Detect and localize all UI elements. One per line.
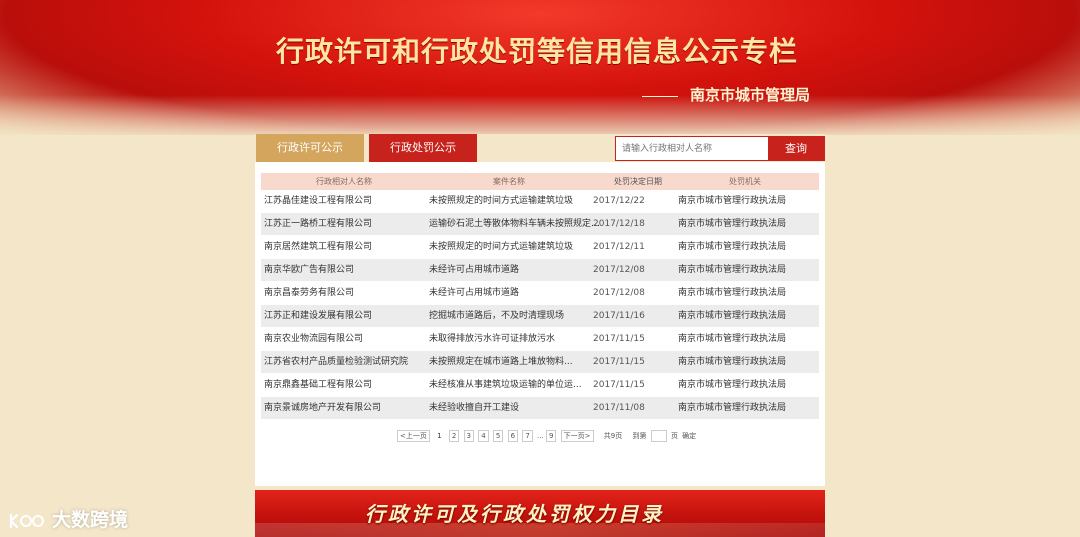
prev-page-button[interactable]: <上一页 bbox=[397, 430, 430, 442]
page-number[interactable]: 7 bbox=[522, 430, 533, 442]
table-row[interactable]: 南京居然建筑工程有限公司 未按照规定的时间方式运输建筑垃圾 2017/12/11 南京… bbox=[261, 236, 819, 259]
tab-bar: 行政许可公示 行政处罚公示 查询 bbox=[255, 134, 825, 162]
cell-party-name: 南京景诚房地产开发有限公司 bbox=[264, 403, 382, 413]
page-suffix: 页 bbox=[670, 432, 678, 440]
cell-case-name: 未按照规定的时间方式运输建筑垃圾 bbox=[429, 242, 574, 252]
page-number[interactable]: 6 bbox=[507, 430, 519, 442]
cell-party-name: 江苏正和建设发展有限公司 bbox=[264, 311, 373, 321]
search-input[interactable] bbox=[616, 137, 770, 158]
cell-authority: 南京市城市管理行政执法局 bbox=[678, 242, 787, 252]
cell-case-name: 未取得排放污水许可证排放污水 bbox=[429, 334, 556, 344]
cell-party-name: 南京昌泰劳务有限公司 bbox=[264, 288, 355, 298]
power-directory-title: 行政许可及行政处罚权力目录 bbox=[365, 502, 664, 526]
tab-license[interactable]: 行政许可公示 bbox=[256, 134, 364, 162]
pagination: <上一页 1 2 3 4 5 6 7 ... 9 下一页> 共9页 到第 页 确… bbox=[397, 430, 700, 442]
table-row[interactable]: 江苏正和建设发展有限公司 挖掘城市道路后，不及时清理现场 2017/11/16 南京市… bbox=[261, 305, 819, 328]
cell-decision-date: 2017/11/15 bbox=[593, 357, 645, 367]
table-row[interactable]: 南京昌泰劳务有限公司 未经许可占用城市道路 2017/12/08 南京市城市管理行政执… bbox=[261, 282, 819, 305]
cell-authority: 南京市城市管理行政执法局 bbox=[678, 265, 787, 275]
cell-authority: 南京市城市管理行政执法局 bbox=[678, 357, 787, 367]
cell-authority: 南京市城市管理行政执法局 bbox=[678, 334, 787, 344]
cell-party-name: 南京居然建筑工程有限公司 bbox=[264, 242, 373, 252]
cell-case-name: 未按照规定的时间方式运输建筑垃圾 bbox=[429, 196, 574, 206]
goto-page-input[interactable] bbox=[650, 430, 667, 442]
cell-authority: 南京市城市管理行政执法局 bbox=[678, 196, 787, 206]
table-row[interactable]: 南京景诚房地产开发有限公司 未经验收擅自开工建设 2017/11/08 南京市城市管理… bbox=[261, 397, 819, 420]
page-number-current[interactable]: 1 bbox=[434, 430, 445, 442]
cell-party-name: 南京鼎鑫基础工程有限公司 bbox=[264, 380, 373, 390]
content-panel: 行政许可公示 行政处罚公示 查询 行政相对人名称 案件名称 处罚决定日期 处罚机… bbox=[255, 134, 825, 486]
goto-confirm-button[interactable]: 确定 bbox=[680, 431, 699, 441]
cell-party-name: 南京华欧广告有限公司 bbox=[264, 265, 355, 275]
table-row[interactable]: 江苏正一路桥工程有限公司 运输砂石泥土等散体物料车辆未按照规定采取... 2017/… bbox=[261, 213, 819, 236]
cell-decision-date: 2017/12/18 bbox=[593, 219, 645, 229]
page-number[interactable]: 4 bbox=[478, 430, 489, 442]
cell-decision-date: 2017/12/08 bbox=[593, 265, 645, 275]
search-box: 查询 bbox=[615, 136, 825, 161]
cell-decision-date: 2017/11/15 bbox=[593, 380, 645, 390]
table-row[interactable]: 江苏省农村产品质量检验测试研究院 未按照规定在城市道路上堆放物料... 2017/1… bbox=[261, 351, 819, 374]
goto-label: 到第 bbox=[632, 432, 647, 440]
header-party-name: 行政相对人名称 bbox=[316, 177, 372, 186]
page-number[interactable]: 3 bbox=[463, 430, 474, 442]
cell-decision-date: 2017/12/08 bbox=[593, 288, 645, 298]
page-number[interactable]: 2 bbox=[448, 430, 460, 442]
page-number-last[interactable]: 9 bbox=[545, 430, 557, 442]
power-directory-banner[interactable]: 行政许可及行政处罚权力目录 bbox=[255, 490, 825, 537]
watermark-text: 大数跨境 bbox=[52, 509, 129, 531]
cell-case-name: 挖掘城市道路后，不及时清理现场 bbox=[429, 311, 565, 321]
cell-authority: 南京市城市管理行政执法局 bbox=[678, 288, 787, 298]
next-page-button[interactable]: 下一页> bbox=[560, 430, 594, 442]
header-banner: 行政许可和行政处罚等信用信息公示专栏 南京市城市管理局 bbox=[0, 0, 1080, 140]
cell-authority: 南京市城市管理行政执法局 bbox=[678, 403, 787, 413]
agency-name: 南京市城市管理局 bbox=[690, 86, 811, 104]
table-body: 江苏晶佳建设工程有限公司 未按照规定的时间方式运输建筑垃圾 2017/12/22 南京… bbox=[261, 190, 819, 420]
cell-decision-date: 2017/12/11 bbox=[593, 242, 645, 252]
search-button[interactable]: 查询 bbox=[768, 137, 824, 160]
cell-party-name: 江苏省农村产品质量检验测试研究院 bbox=[264, 357, 409, 367]
cell-case-name: 未经许可占用城市道路 bbox=[429, 288, 520, 298]
table-row[interactable]: 南京华欧广告有限公司 未经许可占用城市道路 2017/12/08 南京市城市管理行政执… bbox=[261, 259, 819, 282]
pager-ellipsis: ... bbox=[537, 432, 544, 440]
cell-case-name: 运输砂石泥土等散体物料车辆未按照规定采取... bbox=[429, 219, 607, 229]
header-authority: 处罚机关 bbox=[729, 177, 761, 186]
cell-case-name: 未经许可占用城市道路 bbox=[429, 265, 520, 275]
cell-decision-date: 2017/11/08 bbox=[593, 403, 645, 413]
cell-decision-date: 2017/11/16 bbox=[593, 311, 645, 321]
cell-case-name: 未经验收擅自开工建设 bbox=[429, 403, 520, 413]
subtitle-dash bbox=[642, 95, 678, 97]
cell-authority: 南京市城市管理行政执法局 bbox=[678, 380, 787, 390]
cell-party-name: 江苏正一路桥工程有限公司 bbox=[264, 219, 373, 229]
table-row[interactable]: 南京农业物流园有限公司 未取得排放污水许可证排放污水 2017/11/15 南京市城市… bbox=[261, 328, 819, 351]
watermark-logo-icon bbox=[9, 513, 44, 528]
cell-decision-date: 2017/11/15 bbox=[593, 334, 645, 344]
cell-case-name: 未按照规定在城市道路上堆放物料... bbox=[429, 357, 573, 367]
cell-case-name: 未经核准从事建筑垃圾运输的单位运... bbox=[429, 380, 582, 390]
table-row[interactable]: 江苏晶佳建设工程有限公司 未按照规定的时间方式运输建筑垃圾 2017/12/22 南京… bbox=[261, 190, 819, 213]
page-number[interactable]: 5 bbox=[492, 430, 504, 442]
table-header: 行政相对人名称 案件名称 处罚决定日期 处罚机关 bbox=[261, 173, 819, 190]
header-decision-date: 处罚决定日期 bbox=[614, 177, 662, 186]
watermark: 大数跨境 bbox=[8, 505, 129, 531]
page-title: 行政许可和行政处罚等信用信息公示专栏 bbox=[276, 35, 799, 68]
table-row[interactable]: 南京鼎鑫基础工程有限公司 未经核准从事建筑垃圾运输的单位运... 2017/11/1… bbox=[261, 374, 819, 397]
page-subtitle: 南京市城市管理局 bbox=[642, 84, 810, 105]
cell-party-name: 南京农业物流园有限公司 bbox=[264, 334, 364, 344]
cell-authority: 南京市城市管理行政执法局 bbox=[678, 311, 787, 321]
penalty-table: 行政相对人名称 案件名称 处罚决定日期 处罚机关 江苏晶佳建设工程有限公司未按照… bbox=[261, 173, 819, 420]
tab-penalty[interactable]: 行政处罚公示 bbox=[369, 134, 477, 162]
cell-decision-date: 2017/12/22 bbox=[593, 196, 645, 206]
total-pages: 共9页 bbox=[603, 432, 623, 440]
cell-authority: 南京市城市管理行政执法局 bbox=[678, 219, 787, 229]
cell-party-name: 江苏晶佳建设工程有限公司 bbox=[264, 196, 373, 206]
